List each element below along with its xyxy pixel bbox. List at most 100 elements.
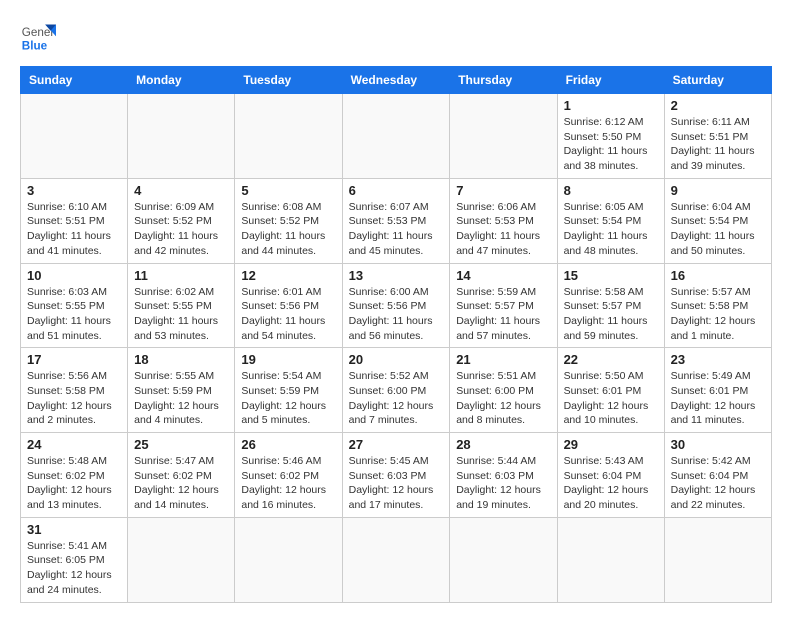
day-info: Sunrise: 6:00 AM Sunset: 5:56 PM Dayligh… bbox=[349, 285, 444, 344]
day-number: 3 bbox=[27, 183, 121, 198]
day-info: Sunrise: 6:06 AM Sunset: 5:53 PM Dayligh… bbox=[456, 200, 550, 259]
calendar-cell: 17 Sunrise: 5:56 AM Sunset: 5:58 PM Dayli… bbox=[21, 348, 128, 433]
day-number: 9 bbox=[671, 183, 765, 198]
calendar-cell: 3Sunrise: 6:10 AM Sunset: 5:51 PM Daylig… bbox=[21, 178, 128, 263]
day-number: 12 bbox=[241, 268, 335, 283]
day-info: Sunrise: 6:12 AM Sunset: 5:50 PM Dayligh… bbox=[564, 115, 658, 174]
day-info: Sunrise: 5:44 AM Sunset: 6:03 PM Dayligh… bbox=[456, 454, 550, 513]
weekday-header-thursday: Thursday bbox=[450, 67, 557, 94]
calendar-cell bbox=[21, 94, 128, 179]
day-info: Sunrise: 5:49 AM Sunset: 6:01 PM Dayligh… bbox=[671, 369, 765, 428]
calendar-cell: 1Sunrise: 6:12 AM Sunset: 5:50 PM Daylig… bbox=[557, 94, 664, 179]
day-number: 26 bbox=[241, 437, 335, 452]
day-number: 14 bbox=[456, 268, 550, 283]
calendar-cell: 24 Sunrise: 5:48 AM Sunset: 6:02 PM Dayli… bbox=[21, 433, 128, 518]
day-info: Sunrise: 5:48 AM Sunset: 6:02 PM Dayligh… bbox=[27, 454, 121, 513]
day-number: 15 bbox=[564, 268, 658, 283]
calendar-cell bbox=[128, 517, 235, 602]
day-info: Sunrise: 6:08 AM Sunset: 5:52 PM Dayligh… bbox=[241, 200, 335, 259]
weekday-header-wednesday: Wednesday bbox=[342, 67, 450, 94]
svg-text:Blue: Blue bbox=[22, 40, 48, 53]
logo: General Blue bbox=[20, 20, 56, 56]
header: General Blue bbox=[20, 20, 772, 56]
calendar-cell bbox=[664, 517, 771, 602]
calendar-cell bbox=[235, 517, 342, 602]
day-info: Sunrise: 5:54 AM Sunset: 5:59 PM Dayligh… bbox=[241, 369, 335, 428]
calendar-cell: 20 Sunrise: 5:52 AM Sunset: 6:00 PM Dayli… bbox=[342, 348, 450, 433]
day-info: Sunrise: 5:51 AM Sunset: 6:00 PM Dayligh… bbox=[456, 369, 550, 428]
day-number: 29 bbox=[564, 437, 658, 452]
week-row-3: 17 Sunrise: 5:56 AM Sunset: 5:58 PM Dayli… bbox=[21, 348, 772, 433]
day-info: Sunrise: 5:57 AM Sunset: 5:58 PM Dayligh… bbox=[671, 285, 765, 344]
day-info: Sunrise: 6:07 AM Sunset: 5:53 PM Dayligh… bbox=[349, 200, 444, 259]
calendar-cell: 25Sunrise: 5:47 AM Sunset: 6:02 PM Dayli… bbox=[128, 433, 235, 518]
day-number: 31 bbox=[27, 522, 121, 537]
calendar-cell bbox=[450, 94, 557, 179]
calendar-cell: 18 Sunrise: 5:55 AM Sunset: 5:59 PM Dayli… bbox=[128, 348, 235, 433]
day-info: Sunrise: 5:52 AM Sunset: 6:00 PM Dayligh… bbox=[349, 369, 444, 428]
day-number: 21 bbox=[456, 352, 550, 367]
day-info: Sunrise: 5:56 AM Sunset: 5:58 PM Dayligh… bbox=[27, 369, 121, 428]
calendar-cell: 23Sunrise: 5:49 AM Sunset: 6:01 PM Dayli… bbox=[664, 348, 771, 433]
day-number: 30 bbox=[671, 437, 765, 452]
day-info: Sunrise: 5:43 AM Sunset: 6:04 PM Dayligh… bbox=[564, 454, 658, 513]
week-row-0: 1Sunrise: 6:12 AM Sunset: 5:50 PM Daylig… bbox=[21, 94, 772, 179]
day-info: Sunrise: 5:55 AM Sunset: 5:59 PM Dayligh… bbox=[134, 369, 228, 428]
day-number: 7 bbox=[456, 183, 550, 198]
day-number: 10 bbox=[27, 268, 121, 283]
calendar-cell: 5 Sunrise: 6:08 AM Sunset: 5:52 PM Daylig… bbox=[235, 178, 342, 263]
day-number: 20 bbox=[349, 352, 444, 367]
weekday-header-row: SundayMondayTuesdayWednesdayThursdayFrid… bbox=[21, 67, 772, 94]
calendar-cell: 30Sunrise: 5:42 AM Sunset: 6:04 PM Dayli… bbox=[664, 433, 771, 518]
day-number: 17 bbox=[27, 352, 121, 367]
calendar-cell: 13Sunrise: 6:00 AM Sunset: 5:56 PM Dayli… bbox=[342, 263, 450, 348]
week-row-5: 31 Sunrise: 5:41 AM Sunset: 6:05 PM Dayli… bbox=[21, 517, 772, 602]
calendar-cell bbox=[235, 94, 342, 179]
day-number: 8 bbox=[564, 183, 658, 198]
day-info: Sunrise: 6:11 AM Sunset: 5:51 PM Dayligh… bbox=[671, 115, 765, 174]
calendar-cell bbox=[342, 94, 450, 179]
calendar-cell: 14Sunrise: 5:59 AM Sunset: 5:57 PM Dayli… bbox=[450, 263, 557, 348]
calendar-cell bbox=[342, 517, 450, 602]
day-number: 19 bbox=[241, 352, 335, 367]
calendar-cell: 19 Sunrise: 5:54 AM Sunset: 5:59 PM Dayli… bbox=[235, 348, 342, 433]
calendar-cell bbox=[128, 94, 235, 179]
week-row-2: 10 Sunrise: 6:03 AM Sunset: 5:55 PM Dayli… bbox=[21, 263, 772, 348]
week-row-4: 24 Sunrise: 5:48 AM Sunset: 6:02 PM Dayli… bbox=[21, 433, 772, 518]
calendar-cell: 11Sunrise: 6:02 AM Sunset: 5:55 PM Dayli… bbox=[128, 263, 235, 348]
day-info: Sunrise: 6:03 AM Sunset: 5:55 PM Dayligh… bbox=[27, 285, 121, 344]
calendar-cell: 7 Sunrise: 6:06 AM Sunset: 5:53 PM Daylig… bbox=[450, 178, 557, 263]
calendar-cell: 8Sunrise: 6:05 AM Sunset: 5:54 PM Daylig… bbox=[557, 178, 664, 263]
day-info: Sunrise: 6:04 AM Sunset: 5:54 PM Dayligh… bbox=[671, 200, 765, 259]
weekday-header-sunday: Sunday bbox=[21, 67, 128, 94]
day-info: Sunrise: 6:01 AM Sunset: 5:56 PM Dayligh… bbox=[241, 285, 335, 344]
calendar-cell bbox=[450, 517, 557, 602]
day-info: Sunrise: 6:09 AM Sunset: 5:52 PM Dayligh… bbox=[134, 200, 228, 259]
calendar-cell: 31 Sunrise: 5:41 AM Sunset: 6:05 PM Dayli… bbox=[21, 517, 128, 602]
day-number: 5 bbox=[241, 183, 335, 198]
calendar-cell: 10 Sunrise: 6:03 AM Sunset: 5:55 PM Dayli… bbox=[21, 263, 128, 348]
calendar-table: SundayMondayTuesdayWednesdayThursdayFrid… bbox=[20, 66, 772, 603]
day-number: 24 bbox=[27, 437, 121, 452]
weekday-header-tuesday: Tuesday bbox=[235, 67, 342, 94]
calendar-cell: 9 Sunrise: 6:04 AM Sunset: 5:54 PM Daylig… bbox=[664, 178, 771, 263]
calendar-cell: 6Sunrise: 6:07 AM Sunset: 5:53 PM Daylig… bbox=[342, 178, 450, 263]
calendar-cell: 12 Sunrise: 6:01 AM Sunset: 5:56 PM Dayli… bbox=[235, 263, 342, 348]
calendar-cell: 2Sunrise: 6:11 AM Sunset: 5:51 PM Daylig… bbox=[664, 94, 771, 179]
day-number: 22 bbox=[564, 352, 658, 367]
day-info: Sunrise: 5:45 AM Sunset: 6:03 PM Dayligh… bbox=[349, 454, 444, 513]
day-info: Sunrise: 5:41 AM Sunset: 6:05 PM Dayligh… bbox=[27, 539, 121, 598]
calendar-cell bbox=[557, 517, 664, 602]
calendar-cell: 28Sunrise: 5:44 AM Sunset: 6:03 PM Dayli… bbox=[450, 433, 557, 518]
day-info: Sunrise: 5:46 AM Sunset: 6:02 PM Dayligh… bbox=[241, 454, 335, 513]
day-info: Sunrise: 5:58 AM Sunset: 5:57 PM Dayligh… bbox=[564, 285, 658, 344]
day-number: 18 bbox=[134, 352, 228, 367]
calendar-cell: 29 Sunrise: 5:43 AM Sunset: 6:04 PM Dayli… bbox=[557, 433, 664, 518]
calendar-cell: 16Sunrise: 5:57 AM Sunset: 5:58 PM Dayli… bbox=[664, 263, 771, 348]
day-number: 27 bbox=[349, 437, 444, 452]
calendar-cell: 26 Sunrise: 5:46 AM Sunset: 6:02 PM Dayli… bbox=[235, 433, 342, 518]
weekday-header-saturday: Saturday bbox=[664, 67, 771, 94]
calendar-cell: 15 Sunrise: 5:58 AM Sunset: 5:57 PM Dayli… bbox=[557, 263, 664, 348]
day-number: 11 bbox=[134, 268, 228, 283]
day-number: 25 bbox=[134, 437, 228, 452]
